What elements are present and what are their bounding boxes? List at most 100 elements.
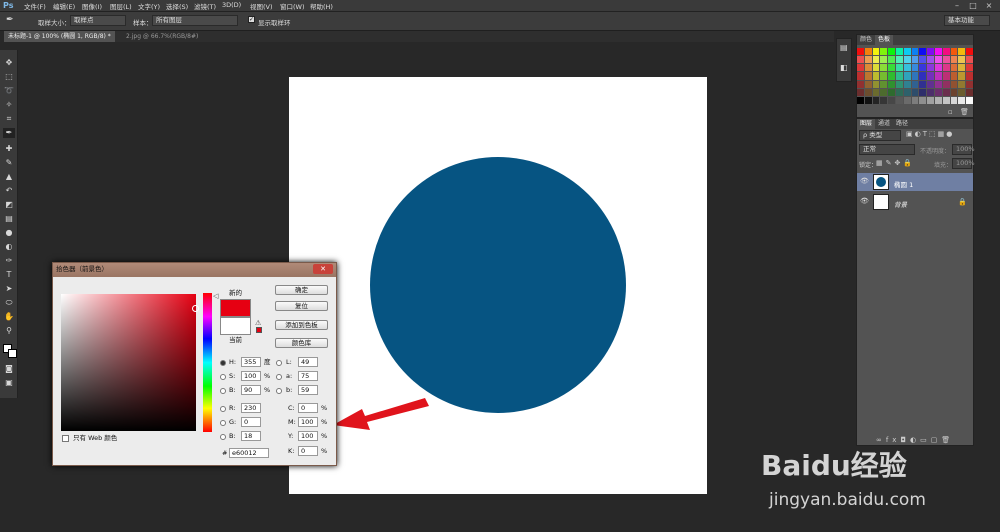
radio-a[interactable] xyxy=(276,374,282,380)
swatch[interactable] xyxy=(903,80,911,88)
swatch[interactable] xyxy=(942,48,950,56)
swatch[interactable] xyxy=(888,72,895,80)
layer-name[interactable]: 背景 xyxy=(894,199,907,209)
menu-view[interactable]: 视图(V) xyxy=(250,1,273,11)
swatch[interactable] xyxy=(896,56,903,64)
swatch[interactable] xyxy=(896,96,903,104)
swatch[interactable] xyxy=(872,64,880,72)
layer-filter-select[interactable]: ρ 类型 xyxy=(859,130,901,141)
y-field[interactable]: 100 xyxy=(298,431,318,441)
swatch[interactable] xyxy=(966,72,973,80)
tab-document-1[interactable]: 未标题-1 @ 100% (椭圆 1, RGB/8) * xyxy=(4,31,115,42)
eyedropper-tool-icon[interactable]: ✒ xyxy=(6,15,20,27)
swatch[interactable] xyxy=(857,56,864,64)
swatch[interactable] xyxy=(950,48,958,56)
swatch[interactable] xyxy=(864,88,872,96)
swatch[interactable] xyxy=(872,96,880,104)
swatch[interactable] xyxy=(919,80,927,88)
menu-image[interactable]: 图像(I) xyxy=(82,1,102,11)
swatch[interactable] xyxy=(950,96,958,104)
swatch[interactable] xyxy=(942,96,950,104)
k-field[interactable]: 0 xyxy=(298,446,318,456)
swatch[interactable] xyxy=(880,96,888,104)
path-select-tool-icon[interactable]: ➤ xyxy=(3,284,15,294)
background-color-swatch[interactable] xyxy=(8,349,17,358)
swatch[interactable] xyxy=(919,88,927,96)
swatch[interactable] xyxy=(950,64,958,72)
sample-select[interactable]: 所有图层 xyxy=(152,15,238,26)
swatch[interactable] xyxy=(857,96,864,104)
swatch[interactable] xyxy=(880,48,888,56)
tab-channels[interactable]: 通道 xyxy=(875,119,893,129)
swatch[interactable] xyxy=(888,80,895,88)
reset-button[interactable]: 复位 xyxy=(275,301,328,311)
swatch[interactable] xyxy=(864,96,872,104)
radio-h[interactable] xyxy=(220,360,226,366)
close-icon[interactable]: ✕ xyxy=(313,264,333,274)
lab-b-field[interactable]: 59 xyxy=(298,385,318,395)
swatch[interactable] xyxy=(942,88,950,96)
menu-help[interactable]: 帮助(H) xyxy=(310,1,333,11)
swatch[interactable] xyxy=(911,96,919,104)
swatch[interactable] xyxy=(927,96,934,104)
menu-layer[interactable]: 图层(L) xyxy=(110,1,132,11)
tab-swatches[interactable]: 色板 xyxy=(875,35,894,45)
swatch[interactable] xyxy=(896,80,903,88)
swatch[interactable] xyxy=(864,56,872,64)
s-field[interactable]: 100 xyxy=(241,371,261,381)
swatch[interactable] xyxy=(864,64,872,72)
swatch[interactable] xyxy=(942,80,950,88)
swatch[interactable] xyxy=(896,72,903,80)
ellipse-shape[interactable] xyxy=(370,157,626,413)
menu-3d[interactable]: 3D(D) xyxy=(222,1,241,9)
stamp-tool-icon[interactable]: ▲ xyxy=(3,172,15,182)
l-field[interactable]: 49 xyxy=(298,357,318,367)
tab-document-2[interactable]: 2.jpg @ 66.7%(RGB/8#) xyxy=(122,31,202,42)
swatch[interactable] xyxy=(896,48,903,56)
swatch[interactable] xyxy=(919,64,927,72)
radio-lab-b[interactable] xyxy=(276,388,282,394)
menu-edit[interactable]: 编辑(E) xyxy=(53,1,75,11)
blue-field[interactable]: 18 xyxy=(241,431,261,441)
c-field[interactable]: 0 xyxy=(298,403,318,413)
eye-icon[interactable]: 👁 xyxy=(860,177,869,185)
tab-color[interactable]: 颜色 xyxy=(857,35,875,45)
swatch[interactable] xyxy=(903,96,911,104)
swatch[interactable] xyxy=(950,88,958,96)
swatch[interactable] xyxy=(903,64,911,72)
swatch[interactable] xyxy=(888,96,895,104)
swatch[interactable] xyxy=(911,72,919,80)
swatch[interactable] xyxy=(911,64,919,72)
swatch[interactable] xyxy=(942,72,950,80)
zoom-tool-icon[interactable]: ⚲ xyxy=(3,326,15,336)
eye-icon[interactable]: 👁 xyxy=(860,197,869,205)
swatch[interactable] xyxy=(935,96,942,104)
layer-filter-icons[interactable]: ▣◐T⬚▦● xyxy=(906,130,968,140)
add-to-swatches-button[interactable]: 添加到色板 xyxy=(275,320,328,330)
sample-size-select[interactable]: 取样点 xyxy=(70,15,126,26)
radio-b[interactable] xyxy=(220,388,226,394)
swatch[interactable] xyxy=(857,48,864,56)
minimize-icon[interactable]: – xyxy=(950,0,964,12)
dodge-tool-icon[interactable]: ◐ xyxy=(3,242,15,252)
swatch[interactable] xyxy=(966,96,973,104)
a-field[interactable]: 75 xyxy=(298,371,318,381)
shape-tool-icon[interactable]: ⬭ xyxy=(3,298,15,308)
swatch[interactable] xyxy=(896,88,903,96)
swatch[interactable] xyxy=(958,72,966,80)
swatch[interactable] xyxy=(872,80,880,88)
swatch[interactable] xyxy=(857,64,864,72)
swatch[interactable] xyxy=(958,64,966,72)
swatch[interactable] xyxy=(857,72,864,80)
swatch[interactable] xyxy=(935,56,942,64)
color-field[interactable] xyxy=(61,294,196,431)
swatch[interactable] xyxy=(927,48,934,56)
swatch[interactable] xyxy=(958,96,966,104)
swatch[interactable] xyxy=(872,72,880,80)
quick-select-tool-icon[interactable]: ✧ xyxy=(3,100,15,110)
r-field[interactable]: 230 xyxy=(241,403,261,413)
swatch[interactable] xyxy=(872,56,880,64)
text-tool-icon[interactable]: T xyxy=(3,270,15,280)
radio-g[interactable] xyxy=(220,420,226,426)
swatch[interactable] xyxy=(857,80,864,88)
